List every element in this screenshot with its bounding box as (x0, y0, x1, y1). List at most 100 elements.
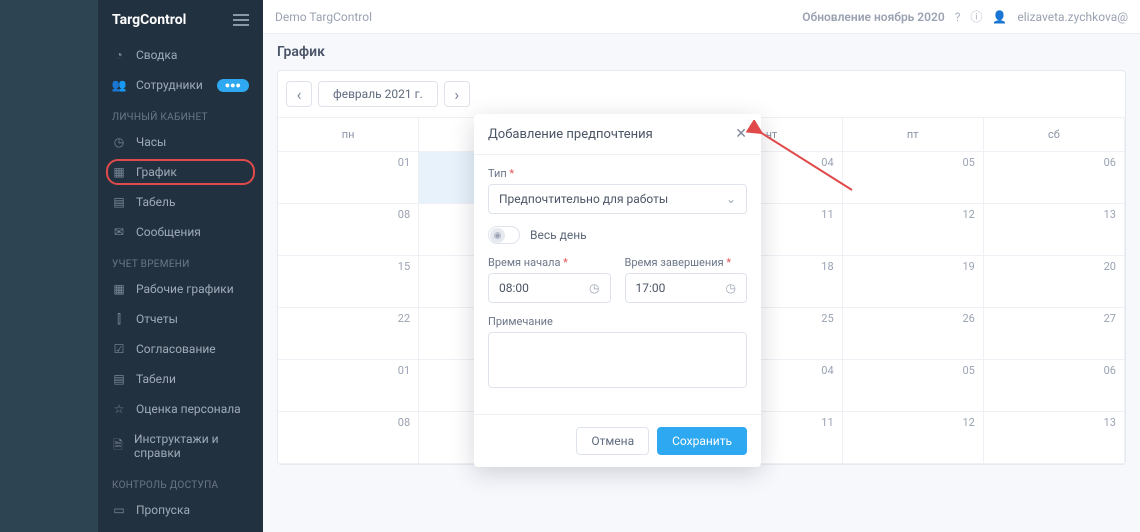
date-number: 18 (821, 260, 833, 273)
sidebar-header: TargControl (98, 0, 263, 40)
sidebar-item-reports[interactable]: ⫿ Отчеты (98, 304, 263, 334)
badge: ●●● (217, 79, 249, 92)
sidebar-item-work-schedules[interactable]: ▦ Рабочие графики (98, 274, 263, 304)
date-number: 22 (398, 312, 410, 325)
calendar-cell[interactable]: 05 (843, 152, 984, 204)
cancel-button[interactable]: Отмена (576, 427, 649, 455)
sidebar-item-label: Инструктажи и справки (134, 432, 249, 460)
people-icon: 👥 (112, 78, 126, 92)
date-number: 04 (821, 156, 833, 169)
calendar-cell[interactable]: 06 (984, 360, 1125, 412)
sidebar-item-label: Сообщения (136, 225, 201, 239)
calendar-cell[interactable]: 13 (984, 204, 1125, 256)
date-number: 13 (1104, 208, 1116, 221)
info-icon[interactable]: ⓘ (970, 8, 982, 25)
date-number: 05 (962, 156, 974, 169)
sidebar-item-label: Табель (136, 195, 175, 209)
calendar-cell[interactable]: 01 (278, 152, 419, 204)
sidebar-item-messages[interactable]: ✉ Сообщения (98, 217, 263, 247)
period-label[interactable]: февраль 2021 г. (318, 81, 438, 107)
update-link[interactable]: Обновление ноябрь 2020 (802, 10, 945, 24)
date-number: 13 (1104, 416, 1116, 429)
allday-label: Весь день (530, 228, 587, 242)
calendar-cell[interactable]: 08 (278, 204, 419, 256)
calendar-cell[interactable]: 20 (984, 256, 1125, 308)
sidebar-item-summary[interactable]: ◔ Сводка (98, 40, 263, 70)
fingerprint-icon: ◉ (490, 228, 505, 243)
close-icon[interactable]: ✕ (735, 126, 747, 142)
chevron-down-icon: ⌄ (726, 192, 736, 206)
sidebar-item-schedule[interactable]: ▦ График (98, 157, 263, 187)
star-icon: ☆ (112, 402, 126, 416)
end-time-input[interactable]: 17:00 ◷ (625, 273, 748, 303)
date-number: 05 (962, 364, 974, 377)
calendar-cell[interactable]: 01 (278, 360, 419, 412)
calendar-icon: ▦ (112, 165, 126, 179)
note-textarea[interactable] (488, 332, 747, 388)
date-number: 15 (398, 260, 410, 273)
calendar-cell[interactable]: 05 (843, 360, 984, 412)
sidebar-item-timesheets[interactable]: ▤ Табели (98, 364, 263, 394)
sidebar-item-label: Сводка (136, 48, 177, 62)
calendar-cell[interactable]: 12 (843, 204, 984, 256)
sidebar-item-assessment[interactable]: ☆ Оценка персонала (98, 394, 263, 424)
calendar-controls: ‹ февраль 2021 г. › (278, 71, 1125, 118)
save-button[interactable]: Сохранить (657, 427, 747, 455)
next-month-button[interactable]: › (444, 81, 470, 107)
sidebar-item-label: Табели (136, 372, 176, 386)
date-number: 08 (398, 416, 410, 429)
end-value: 17:00 (636, 281, 666, 295)
brand: TargControl (112, 12, 186, 28)
calendar-cell[interactable]: 08 (278, 412, 419, 464)
active-highlight (106, 159, 255, 185)
prev-month-button[interactable]: ‹ (286, 81, 312, 107)
modal-header: Добавление предпочтения ✕ (474, 114, 761, 155)
doc-icon: 🗎 (112, 439, 124, 453)
date-number: 04 (821, 364, 833, 377)
clock-icon: ◷ (589, 281, 599, 295)
page-title: График (263, 34, 1140, 70)
dashboard-icon: ◔ (112, 48, 126, 62)
calendar-cell[interactable]: 22 (278, 308, 419, 360)
sidebar-item-label: Рабочие графики (136, 282, 234, 296)
sidebar-item-label: Отчеты (136, 312, 178, 326)
sidebar-item-label: График (136, 165, 177, 179)
sidebar-item-pass-design[interactable]: ▧ Дизайн пропусков (98, 525, 263, 532)
menu-toggle[interactable] (233, 14, 249, 26)
user-name[interactable]: elizaveta.zychkova@ (1017, 10, 1128, 24)
sidebar-item-hours[interactable]: ◷ Часы (98, 127, 263, 157)
approval-icon: ☑ (112, 342, 126, 356)
sidebar-item-label: Согласование (136, 342, 216, 356)
sidebar-item-employees[interactable]: 👥 Сотрудники ●●● (98, 70, 263, 100)
calendar-cell[interactable]: 13 (984, 412, 1125, 464)
start-time-input[interactable]: 08:00 ◷ (488, 273, 611, 303)
sheets-icon: ▤ (112, 372, 126, 386)
section-access: КОНТРОЛЬ ДОСТУПА (98, 468, 263, 495)
help-icon[interactable]: ? (955, 10, 961, 24)
calendar-cell[interactable]: 15 (278, 256, 419, 308)
weekday: сб (984, 118, 1125, 152)
calendar-cell[interactable]: 26 (843, 308, 984, 360)
sidebar-item-passes[interactable]: ▭ Пропуска (98, 495, 263, 525)
weekday: пн (278, 118, 419, 152)
calendar-cell[interactable]: 12 (843, 412, 984, 464)
schedule-icon: ▦ (112, 282, 126, 296)
date-number: 01 (398, 156, 410, 169)
sidebar-item-approval[interactable]: ☑ Согласование (98, 334, 263, 364)
section-time: УЧЕТ ВРЕМЕНИ (98, 247, 263, 274)
pass-icon: ▭ (112, 503, 126, 517)
clock-icon: ◷ (726, 281, 736, 295)
type-select[interactable]: Предпочтительно для работы ⌄ (488, 184, 747, 214)
topbar: Demo TargControl Обновление ноябрь 2020 … (263, 0, 1140, 34)
calendar-cell[interactable]: 27 (984, 308, 1125, 360)
date-number: 01 (398, 364, 410, 377)
add-preference-modal: Добавление предпочтения ✕ Тип * Предпочт… (474, 114, 761, 467)
date-number: 11 (821, 208, 833, 221)
date-number: 19 (962, 260, 974, 273)
sidebar-item-timesheet[interactable]: ▤ Табель (98, 187, 263, 217)
sidebar-item-briefings[interactable]: 🗎 Инструктажи и справки (98, 424, 263, 468)
allday-toggle[interactable]: ◉ (488, 226, 520, 244)
sidebar-item-label: Часы (136, 135, 166, 149)
calendar-cell[interactable]: 19 (843, 256, 984, 308)
calendar-cell[interactable]: 06 (984, 152, 1125, 204)
